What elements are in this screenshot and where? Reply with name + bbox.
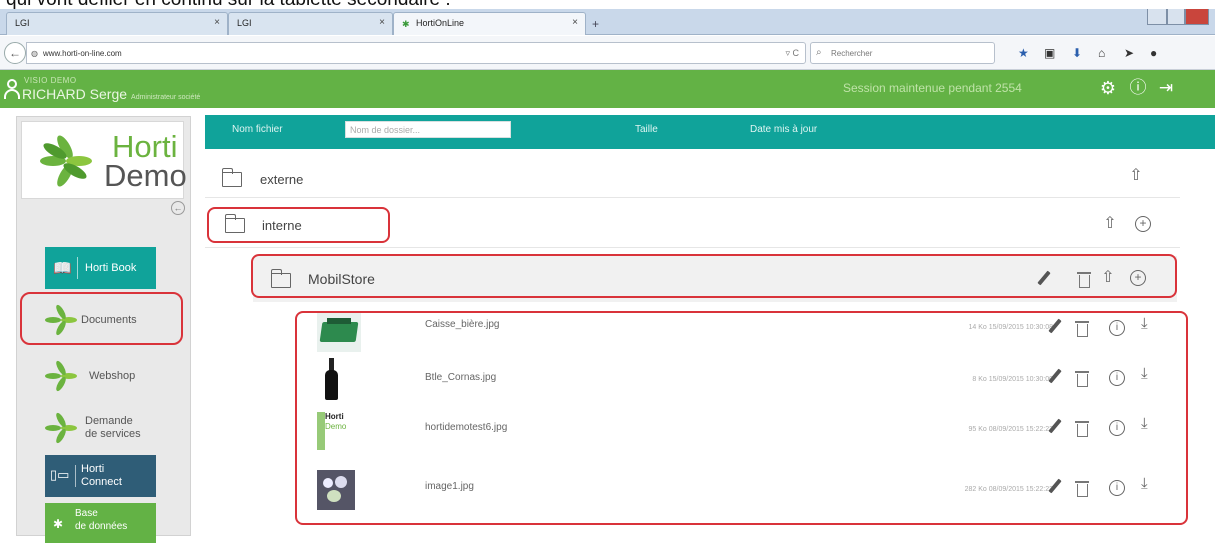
new-tab-button[interactable]: + bbox=[592, 17, 599, 31]
sidebar-item-horti-book[interactable]: 📖 Horti Book bbox=[45, 247, 156, 289]
sidebar-item-label: Horti Connect bbox=[81, 463, 122, 488]
url-bar[interactable]: ◍ www.horti-on-line.com ▿ C bbox=[26, 42, 806, 64]
add-folder-icon[interactable]: + bbox=[1135, 216, 1151, 232]
close-tab-icon[interactable]: × bbox=[214, 17, 220, 28]
chat-icon[interactable]: ● bbox=[1150, 46, 1157, 60]
bookmark-star-icon[interactable]: ★ bbox=[1018, 46, 1029, 60]
user-icon bbox=[4, 77, 20, 101]
sidebar-item-label: Horti Book bbox=[85, 262, 137, 274]
bookmarks-icon[interactable]: ▣ bbox=[1044, 46, 1055, 60]
sidebar-item-horti-connect[interactable]: ▯▭ Horti Connect bbox=[45, 455, 156, 497]
main-panel: Nom fichier Nom de dossier... Taille Dat… bbox=[205, 108, 1215, 526]
sidebar: Horti Demo ← 📖 Horti Book Documents Webs… bbox=[0, 108, 205, 543]
mobilstore-highlight bbox=[251, 254, 1177, 298]
url-text: www.horti-on-line.com bbox=[43, 49, 122, 58]
close-tab-icon[interactable]: × bbox=[379, 17, 385, 28]
book-icon: 📖 bbox=[53, 260, 72, 277]
send-icon[interactable]: ➤ bbox=[1124, 46, 1134, 60]
upload-icon[interactable]: ⇧ bbox=[1127, 166, 1145, 186]
column-header-date: Date mis à jour bbox=[750, 124, 818, 135]
search-icon: ⌕ bbox=[816, 47, 822, 58]
user-role: Administrateur société bbox=[131, 94, 201, 101]
sidebar-item-label: Demande de services bbox=[85, 415, 141, 440]
download-icon[interactable]: ⬇ bbox=[1072, 46, 1082, 60]
upload-icon[interactable]: ⇧ bbox=[1101, 214, 1119, 234]
browser-tab[interactable]: LGI × bbox=[6, 12, 228, 35]
folder-icon bbox=[221, 168, 242, 187]
window-controls bbox=[1147, 9, 1209, 25]
tab-label: LGI bbox=[237, 18, 252, 28]
tab-label: HortiOnLine bbox=[416, 18, 465, 28]
sidebar-item-label: Base de données bbox=[75, 508, 128, 532]
reload-icon[interactable]: ▿ C bbox=[785, 48, 799, 59]
column-header-size: Taille bbox=[635, 124, 658, 135]
folder-name: externe bbox=[260, 172, 304, 187]
browser-tab-active[interactable]: ✱ HortiOnLine × bbox=[393, 12, 586, 35]
browser-tab[interactable]: LGI × bbox=[228, 12, 393, 35]
interne-highlight bbox=[207, 207, 390, 243]
database-plant-icon: ✱ bbox=[53, 517, 64, 531]
file-table-header: Nom fichier Nom de dossier... Taille Dat… bbox=[205, 115, 1215, 149]
search-placeholder: Rechercher bbox=[831, 49, 873, 58]
caption-text: qui vont défiler en continu sur la table… bbox=[6, 0, 451, 9]
back-arrow-icon[interactable]: ← bbox=[4, 42, 26, 64]
documents-highlight bbox=[20, 292, 183, 345]
webshop-plant-icon bbox=[45, 359, 79, 393]
sidebar-item-base-de-donnees[interactable]: ✱ Base de données bbox=[45, 503, 156, 543]
document-caption: qui vont défiler en continu sur la table… bbox=[0, 0, 1215, 9]
info-icon[interactable]: ⓘ bbox=[1128, 77, 1148, 99]
home-icon[interactable]: ⌂ bbox=[1098, 46, 1105, 60]
logo-text-bottom: Demo bbox=[104, 158, 187, 193]
browser-nav-bar: ← ◍ www.horti-on-line.com ▿ C ⌕ Recherch… bbox=[0, 36, 1215, 70]
files-highlight bbox=[295, 311, 1188, 525]
column-header-name: Nom fichier bbox=[232, 124, 283, 135]
minimize-button[interactable] bbox=[1147, 9, 1167, 25]
logout-icon[interactable]: ⇥ bbox=[1156, 77, 1176, 99]
globe-icon: ◍ bbox=[31, 49, 38, 58]
session-timer: Session maintenue pendant 2554 bbox=[843, 81, 1022, 95]
app-header: VISIO DEMO RICHARD Serge Administrateur s… bbox=[0, 70, 1215, 108]
close-window-button[interactable] bbox=[1185, 9, 1209, 25]
devices-icon: ▯▭ bbox=[50, 467, 70, 482]
user-name: RICHARD Serge Administrateur société bbox=[22, 86, 201, 102]
sidebar-item-demande-de-services[interactable]: Demande de services bbox=[45, 405, 156, 451]
search-input[interactable]: ⌕ Rechercher bbox=[810, 42, 995, 64]
browser-tab-bar: LGI × LGI × ✱ HortiOnLine × + bbox=[0, 9, 1215, 35]
organization-name: VISIO DEMO bbox=[24, 76, 77, 85]
services-plant-icon bbox=[45, 411, 79, 445]
sidebar-item-webshop[interactable]: Webshop bbox=[45, 353, 156, 399]
maximize-button[interactable] bbox=[1167, 9, 1185, 25]
close-tab-icon[interactable]: × bbox=[572, 17, 578, 28]
folder-name-filter-input[interactable]: Nom de dossier... bbox=[345, 121, 511, 138]
horti-demo-logo: Horti Demo bbox=[21, 121, 187, 199]
folder-row-externe[interactable]: externe ⇧ bbox=[205, 156, 1180, 198]
gear-icon[interactable]: ⚙ bbox=[1098, 77, 1118, 99]
sidebar-item-label: Webshop bbox=[89, 370, 136, 382]
tab-label: LGI bbox=[15, 18, 30, 28]
collapse-sidebar-icon[interactable]: ← bbox=[171, 201, 185, 215]
favicon-icon: ✱ bbox=[402, 19, 410, 29]
